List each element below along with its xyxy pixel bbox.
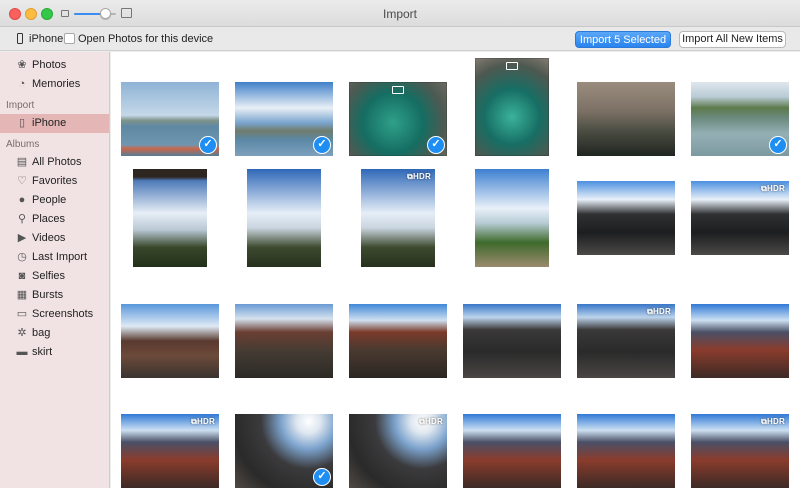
photo-thumbnail[interactable] <box>577 82 675 156</box>
photo-thumbnail[interactable] <box>475 169 549 267</box>
selected-checkmark-icon[interactable]: ✓ <box>769 136 787 154</box>
video-icon: ▶ <box>17 232 27 244</box>
photo-thumbnail[interactable]: ⧉HDR <box>691 414 789 488</box>
hdr-badge: ⧉HDR <box>191 417 215 426</box>
pin-icon: ⚲ <box>17 213 27 225</box>
photo-thumbnail[interactable] <box>235 304 333 378</box>
sidebar-item-label: Last Import <box>32 251 88 263</box>
sidebar-item-label: Selfies <box>32 270 66 282</box>
selected-checkmark-icon[interactable]: ✓ <box>199 136 217 154</box>
sidebar-item-label: All Photos <box>32 156 82 168</box>
photo-thumbnail[interactable]: ✓ <box>691 82 789 156</box>
photo-thumbnail[interactable] <box>133 169 207 267</box>
sidebar-item-label: Screenshots <box>32 308 94 320</box>
sidebar-item-label: People <box>32 194 67 206</box>
person-icon: ● <box>18 194 26 206</box>
sidebar-item-label: Bursts <box>32 289 64 301</box>
import-toolbar: iPhone Open Photos for this device Impor… <box>0 27 800 51</box>
photo-thumbnail[interactable] <box>247 169 321 267</box>
photo-thumbnail[interactable]: ⧉HDR <box>361 169 435 267</box>
sidebar-item-selfies[interactable]: ◙ Selfies <box>0 267 109 286</box>
sidebar-item-label: Memories <box>32 78 81 90</box>
photo-thumbnail[interactable]: ⧉HDR <box>121 414 219 488</box>
photo-thumbnail[interactable]: ⧉HDR <box>691 181 789 255</box>
photo-thumbnail[interactable] <box>121 304 219 378</box>
sidebar-item-places[interactable]: ⚲ Places <box>0 210 109 229</box>
photo-thumbnail[interactable]: ⧉HDR <box>349 414 447 488</box>
sidebar-item-label: Videos <box>32 232 66 244</box>
sidebar-item-last-import[interactable]: ◷ Last Import <box>0 248 109 267</box>
photo-stack-icon: ▤ <box>16 156 28 168</box>
clock-icon: ◷ <box>17 251 27 263</box>
heart-icon: ♡ <box>17 175 27 187</box>
sidebar-item-videos[interactable]: ▶ Videos <box>0 229 109 248</box>
photos-icon: ❀ <box>17 59 27 71</box>
sidebar-item-label: iPhone <box>32 117 67 129</box>
photo-thumbnail[interactable] <box>577 181 675 255</box>
sidebar-item-label: skirt <box>32 346 53 358</box>
sidebar-item-bursts[interactable]: ▦ Bursts <box>0 286 109 305</box>
import-all-button[interactable]: Import All New Items <box>679 31 786 48</box>
import-heading: Import <box>6 100 35 111</box>
import-selected-button[interactable]: Import 5 Selected <box>575 31 671 48</box>
photo-thumbnail[interactable]: ✓ <box>235 82 333 156</box>
window-title: Import <box>382 7 417 21</box>
photo-thumbnail[interactable] <box>463 304 561 378</box>
open-photos-checkbox[interactable] <box>64 33 75 44</box>
hdr-badge: ⧉HDR <box>407 172 431 181</box>
sidebar-item-bag[interactable]: ✲ bag <box>0 324 109 343</box>
sidebar-item-label: Photos <box>32 59 67 71</box>
open-photos-label[interactable]: Open Photos for this device <box>78 33 213 45</box>
sidebar: ❀ Photos ◔ Memories Import ▯ iPhone Albums ▤ All … <box>0 52 110 488</box>
memories-icon: ◔ <box>18 78 26 90</box>
selected-checkmark-icon[interactable]: ✓ <box>313 136 331 154</box>
title-bar: Import <box>0 0 800 27</box>
sidebar-item-screenshots[interactable]: ▭ Screenshots <box>0 305 109 324</box>
hdr-badge: ⧉HDR <box>647 307 671 316</box>
photo-grid[interactable]: ✓ ✓ ✓ ✓ ⧉HDR ⧉HDR ⧉HDR ⧉HDR ✓ ⧉HDR ⧉HDR <box>111 52 800 488</box>
sidebar-item-skirt[interactable]: ▬ skirt <box>0 343 109 362</box>
photo-thumbnail[interactable] <box>691 304 789 378</box>
albums-heading: Albums <box>6 139 40 150</box>
photo-thumbnail[interactable] <box>463 414 561 488</box>
gear-icon: ✲ <box>17 327 27 339</box>
selected-checkmark-icon[interactable]: ✓ <box>313 468 331 486</box>
photo-thumbnail[interactable]: ✓ <box>235 414 333 488</box>
hdr-badge: ⧉HDR <box>419 417 443 426</box>
device-name: iPhone <box>29 33 64 45</box>
live-photo-icon <box>506 62 518 70</box>
sidebar-item-people[interactable]: ● People <box>0 191 109 210</box>
hdr-badge: ⧉HDR <box>761 417 785 426</box>
sidebar-item-label: Places <box>32 213 66 225</box>
sidebar-item-all-photos[interactable]: ▤ All Photos <box>0 153 109 172</box>
sidebar-item-label: Favorites <box>32 175 78 187</box>
live-photo-icon <box>392 86 404 94</box>
photo-thumbnail[interactable] <box>577 414 675 488</box>
iphone-icon: ▯ <box>18 117 26 129</box>
photo-thumbnail[interactable]: ✓ <box>121 82 219 156</box>
bursts-icon: ▦ <box>16 289 28 301</box>
album-thumb-icon: ▬ <box>16 346 28 358</box>
photo-thumbnail[interactable]: ✓ <box>349 82 447 156</box>
photo-thumbnail[interactable] <box>349 304 447 378</box>
sidebar-item-memories[interactable]: ◔ Memories <box>0 75 109 94</box>
photo-thumbnail[interactable]: ⧉HDR <box>577 304 675 378</box>
sidebar-item-favorites[interactable]: ♡ Favorites <box>0 172 109 191</box>
iphone-icon <box>17 33 23 44</box>
sidebar-item-label: bag <box>32 327 51 339</box>
photo-thumbnail[interactable] <box>475 58 549 156</box>
camera-icon: ◙ <box>18 270 26 282</box>
screenshot-icon: ▭ <box>16 308 28 320</box>
selected-checkmark-icon[interactable]: ✓ <box>427 136 445 154</box>
sidebar-item-iphone[interactable]: ▯ iPhone <box>0 114 109 133</box>
hdr-badge: ⧉HDR <box>761 184 785 193</box>
sidebar-item-photos[interactable]: ❀ Photos <box>0 56 109 75</box>
